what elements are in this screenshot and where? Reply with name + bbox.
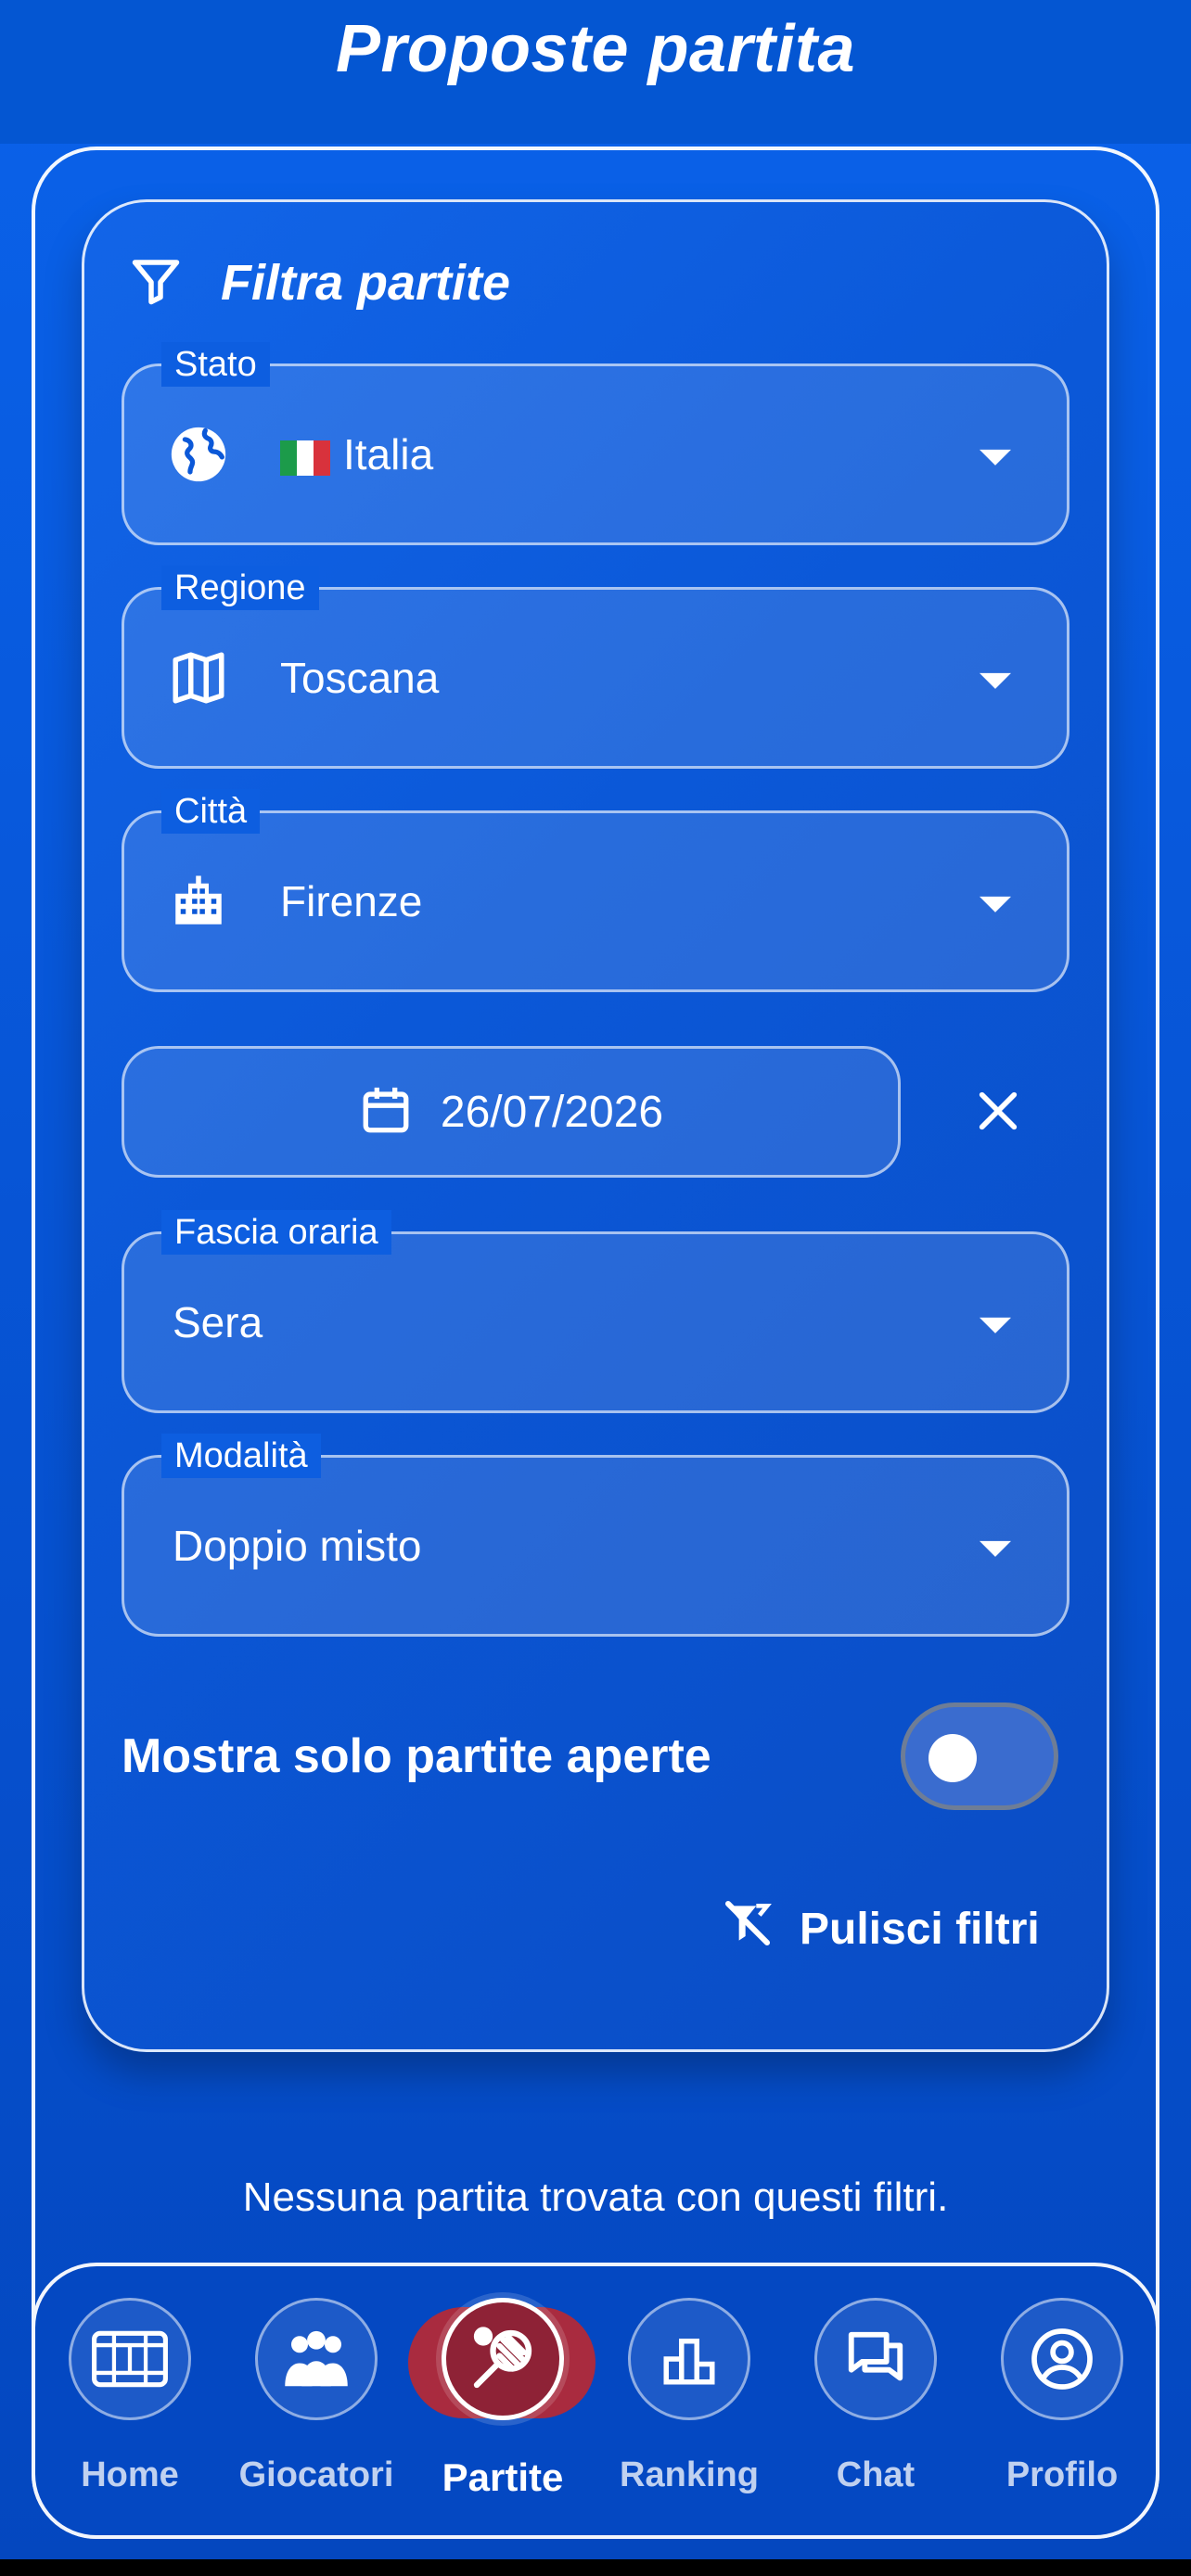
chat-icon [814, 2298, 937, 2420]
app-bar: Proposte partita [0, 0, 1191, 144]
profile-icon [1001, 2298, 1123, 2420]
nav-item-ranking[interactable]: Ranking [596, 2298, 782, 2511]
date-picker[interactable]: 26/07/2026 [122, 1046, 901, 1178]
podium-icon [628, 2298, 750, 2420]
filter-icon [128, 253, 184, 313]
nav-label-chat: Chat [836, 2455, 916, 2494]
italy-flag-icon [280, 440, 330, 476]
nav-item-matches[interactable]: Partite [410, 2298, 596, 2511]
time-slot-select[interactable]: Fascia oraria Sera [122, 1210, 1069, 1413]
nav-label-players: Giocatori [238, 2455, 394, 2494]
open-only-row: Mostra solo partite aperte [122, 1702, 1058, 1810]
country-select[interactable]: Stato Italia [122, 342, 1069, 545]
calendar-icon [359, 1083, 413, 1141]
chevron-down-icon [980, 449, 1011, 465]
city-buildings-icon [161, 864, 236, 938]
mode-label: Modalità [161, 1434, 321, 1478]
nav-label-home: Home [81, 2455, 179, 2494]
filter-off-icon [722, 1897, 774, 1960]
city-value: Firenze [280, 877, 423, 925]
region-select[interactable]: Regione Toscana [122, 566, 1069, 769]
page-title: Proposte partita [335, 11, 856, 86]
map-icon [161, 641, 236, 715]
time-slot-value: Sera [173, 1298, 263, 1346]
mode-select[interactable]: Modalità Doppio misto [122, 1434, 1069, 1637]
clear-filters-label: Pulisci filtri [800, 1904, 1040, 1954]
filter-header: Filtra partite [128, 250, 510, 315]
nav-item-chat[interactable]: Chat [783, 2298, 968, 2511]
racket-icon [442, 2298, 564, 2420]
clear-filters-button[interactable]: Pulisci filtri [722, 1896, 1040, 1961]
chevron-down-icon [980, 896, 1011, 912]
nav-label-matches: Partite [442, 2455, 564, 2499]
chevron-down-icon [980, 672, 1011, 689]
nav-label-ranking: Ranking [620, 2455, 759, 2494]
chevron-down-icon [980, 1317, 1011, 1333]
country-label: Stato [161, 342, 270, 387]
players-icon [255, 2298, 378, 2420]
close-icon [979, 1091, 1018, 1130]
nav-label-profile: Profilo [1005, 2455, 1119, 2494]
date-value: 26/07/2026 [440, 1087, 664, 1137]
region-value: Toscana [280, 654, 440, 702]
time-slot-label: Fascia oraria [161, 1210, 391, 1255]
court-icon [69, 2298, 191, 2420]
nav-item-home[interactable]: Home [37, 2298, 223, 2511]
city-select[interactable]: Città Firenze [122, 789, 1069, 992]
filter-title: Filtra partite [221, 255, 511, 311]
country-value: Italia [280, 429, 433, 479]
clear-date-button[interactable] [965, 1078, 1031, 1144]
globe-icon [161, 417, 236, 491]
chevron-down-icon [980, 1540, 1011, 1557]
open-only-label: Mostra solo partite aperte [122, 1729, 711, 1783]
nav-item-profile[interactable]: Profilo [969, 2298, 1155, 2511]
nav-item-players[interactable]: Giocatori [224, 2298, 409, 2511]
region-label: Regione [161, 566, 319, 610]
open-only-toggle[interactable] [901, 1702, 1058, 1810]
toggle-knob [928, 1734, 977, 1782]
mode-value: Doppio misto [173, 1522, 422, 1570]
empty-state-message: Nessuna partita trovata con questi filtr… [242, 2174, 949, 2220]
city-label: Città [161, 789, 261, 834]
